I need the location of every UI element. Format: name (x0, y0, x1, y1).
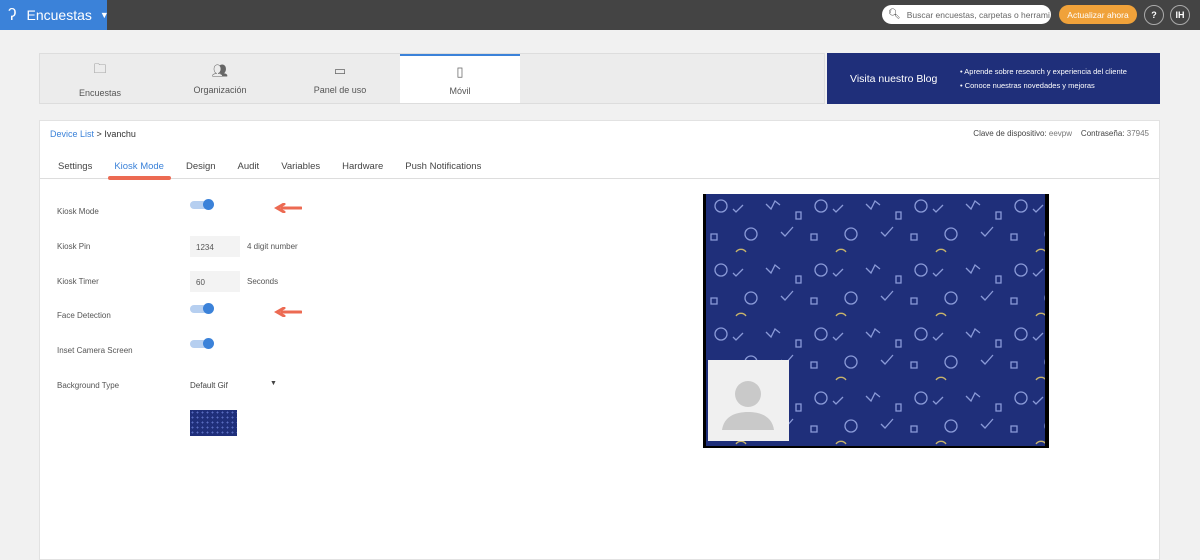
breadcrumb-current: Ivanchu (104, 129, 136, 139)
background-thumbnail[interactable] (190, 410, 237, 436)
face-detection-toggle[interactable] (190, 303, 214, 314)
top-bar: ʔ Encuestas ▼ 🔍︎ Buscar encuestas, carpetas… (0, 0, 1200, 30)
nav-label: Panel de uso (313, 84, 367, 95)
main-nav: 🗀 Encuestas 👥︎ Organización ▭ Panel de uso … (39, 53, 825, 104)
inset-camera-row: Inset Camera Screen (57, 338, 457, 360)
tab-kiosk-mode[interactable]: Kiosk Mode (108, 161, 171, 180)
device-card: Device List > Ivanchu Clave de dispositi… (39, 120, 1160, 560)
tab-design[interactable]: Design (186, 161, 216, 178)
breadcrumb: Device List > Ivanchu (50, 129, 136, 139)
device-tabs: Settings Kiosk Mode Design Audit Variabl… (40, 161, 1159, 180)
kiosk-pin-row: Kiosk Pin 1234 4 digit number (57, 236, 457, 257)
user-silhouette-icon (722, 381, 774, 430)
search-icon: 🔍︎ (888, 9, 901, 20)
user-avatar-button[interactable]: IH (1170, 5, 1190, 25)
app-switcher[interactable]: ʔ Encuestas ▼ (0, 0, 109, 30)
nav-organizacion[interactable]: 👥︎ Organización (160, 54, 280, 103)
blog-title: Visita nuestro Blog (850, 72, 938, 85)
tab-variables[interactable]: Variables (281, 161, 320, 178)
dashboard-icon: ▭ (333, 62, 347, 78)
breadcrumb-separator: > (96, 129, 102, 139)
kiosk-timer-label: Kiosk Timer (57, 277, 99, 286)
background-type-label: Background Type (57, 381, 120, 390)
tab-settings[interactable]: Settings (58, 161, 92, 178)
background-type-select[interactable]: Default Gif ▼ (190, 375, 280, 390)
face-detection-label: Face Detection (57, 311, 111, 320)
update-now-button[interactable]: Actualizar ahora (1059, 5, 1137, 24)
search-placeholder: Buscar encuestas, carpetas o herrami (906, 9, 1050, 20)
logo-icon: ʔ (8, 5, 17, 24)
nav-panel-de-uso[interactable]: ▭ Panel de uso (280, 54, 400, 103)
kiosk-preview (703, 194, 1049, 448)
tab-push-notifications[interactable]: Push Notifications (405, 161, 481, 178)
tab-audit[interactable]: Audit (238, 161, 260, 178)
device-info: Clave de dispositivo: eevpw Contraseña: … (973, 129, 1149, 138)
help-button[interactable]: ? (1144, 5, 1164, 25)
camera-placeholder-avatar (708, 360, 789, 441)
face-detection-row: Face Detection (57, 303, 457, 325)
kiosk-mode-label: Kiosk Mode (57, 207, 99, 216)
nav-label: Encuestas (78, 87, 122, 98)
chevron-down-icon: ▼ (270, 380, 277, 387)
device-pass-label: Contraseña: (1080, 129, 1125, 138)
users-add-icon: 👥︎ (211, 62, 229, 78)
device-key: eevpw (1048, 129, 1073, 138)
blog-banner[interactable]: Visita nuestro Blog Aprende sobre resear… (827, 53, 1160, 104)
kiosk-mode-toggle[interactable] (190, 199, 214, 210)
kiosk-timer-row: Kiosk Timer 60 Seconds (57, 271, 457, 292)
annotation-arrow-icon (274, 203, 302, 213)
kiosk-timer-input[interactable]: 60 (190, 271, 240, 292)
nav-label: Organización (193, 84, 247, 95)
tab-hardware[interactable]: Hardware (342, 161, 383, 178)
folder-icon: 🗀 (93, 60, 107, 76)
nav-encuestas[interactable]: 🗀 Encuestas (40, 54, 160, 103)
blog-item: Aprende sobre research y experiencia del… (960, 65, 1127, 79)
background-type-value: Default Gif (190, 381, 228, 390)
inset-camera-toggle[interactable] (190, 338, 214, 349)
breadcrumb-device-list[interactable]: Device List (50, 129, 94, 139)
device-key-label: Clave de dispositivo: (973, 129, 1047, 138)
chevron-down-icon: ▼ (99, 10, 109, 20)
kiosk-pin-label: Kiosk Pin (57, 242, 91, 251)
kiosk-timer-unit: Seconds (247, 277, 279, 286)
kiosk-mode-row: Kiosk Mode (57, 199, 457, 221)
kiosk-pin-input[interactable]: 1234 (190, 236, 240, 257)
kiosk-pin-hint: 4 digit number (247, 242, 298, 251)
nav-movil[interactable]: ▯ Móvil (400, 54, 520, 103)
mobile-icon: ▯ (456, 63, 464, 79)
search-input[interactable]: 🔍︎ Buscar encuestas, carpetas o herrami (882, 5, 1051, 24)
blog-item: Conoce nuestras novedades y mejoras (960, 79, 1127, 93)
device-pass: 37945 (1126, 129, 1149, 138)
annotation-arrow-icon (274, 307, 302, 317)
nav-label: Móvil (449, 85, 471, 96)
app-name: Encuestas (26, 7, 92, 23)
background-type-row: Background Type Default Gif ▼ (57, 375, 457, 395)
inset-camera-label: Inset Camera Screen (57, 346, 133, 355)
